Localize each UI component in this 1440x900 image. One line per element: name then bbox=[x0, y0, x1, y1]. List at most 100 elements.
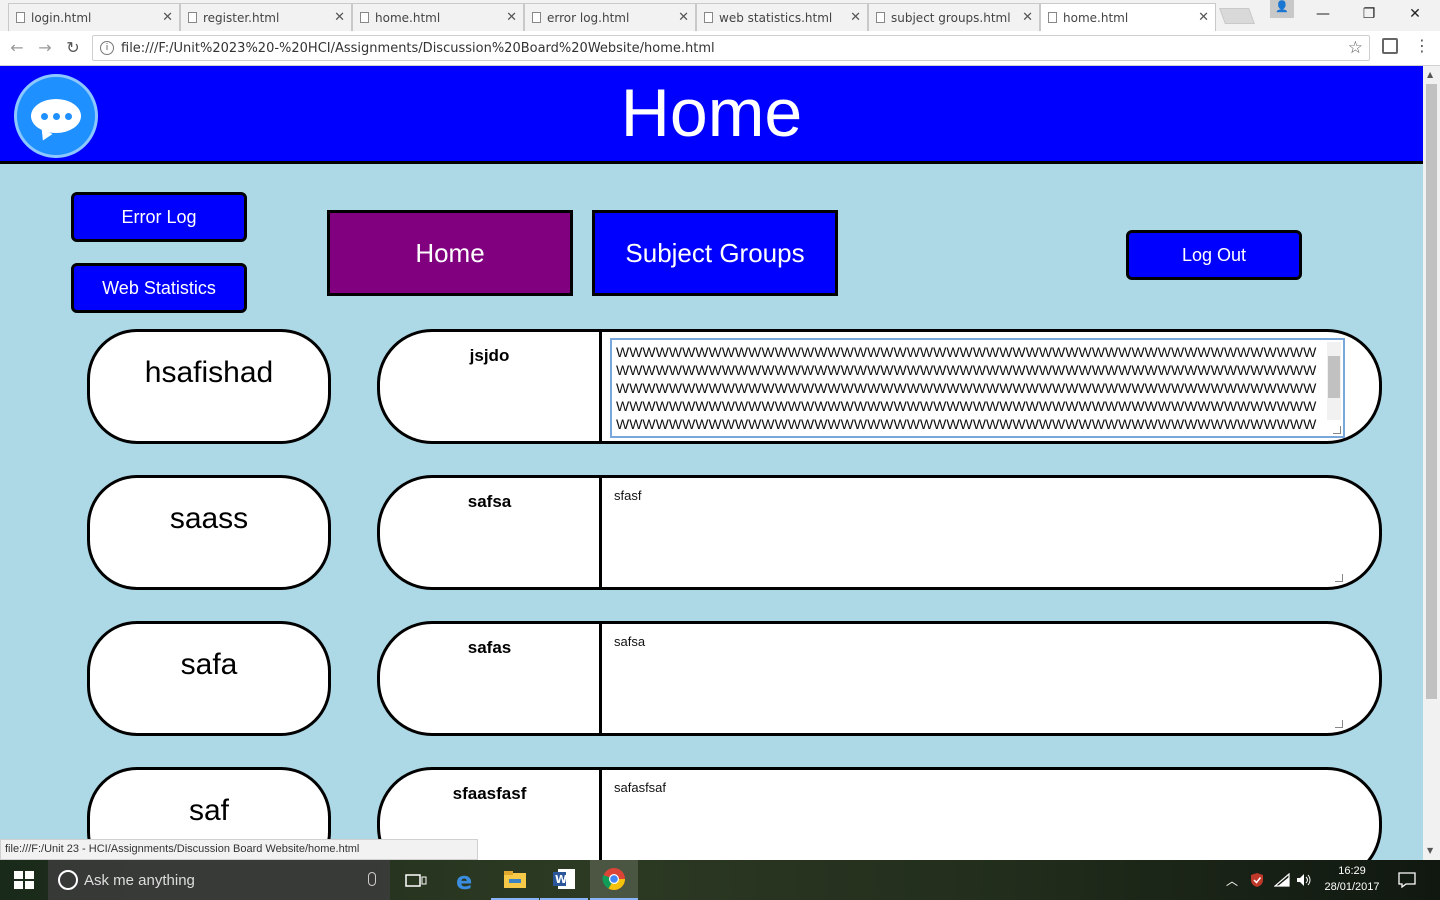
system-clock[interactable]: 16:29 28/01/2017 bbox=[1318, 863, 1386, 895]
post-content-textarea[interactable]: safasfsaf bbox=[610, 776, 1345, 860]
extension-icon[interactable] bbox=[1382, 38, 1398, 54]
clock-time: 16:29 bbox=[1338, 865, 1366, 877]
resize-grip-icon[interactable] bbox=[1333, 426, 1341, 434]
browser-tab[interactable]: error log.html ✕ bbox=[524, 3, 696, 31]
svg-text:W: W bbox=[555, 873, 567, 886]
page-icon bbox=[704, 12, 713, 23]
tab-title: register.html bbox=[203, 10, 280, 25]
file-explorer-icon[interactable] bbox=[491, 860, 539, 900]
page-viewport: Home Error Log Web Statistics Home Subje… bbox=[0, 66, 1423, 860]
web-statistics-button[interactable]: Web Statistics bbox=[71, 263, 247, 313]
back-icon[interactable]: ← bbox=[6, 37, 28, 59]
chevron-up-icon[interactable]: ︿ bbox=[1226, 860, 1238, 900]
bookmark-star-icon[interactable]: ☆ bbox=[1348, 38, 1363, 58]
new-tab-button[interactable] bbox=[1219, 8, 1255, 24]
page-header: Home bbox=[0, 66, 1423, 164]
info-icon[interactable]: i bbox=[100, 41, 114, 55]
resize-grip-icon[interactable] bbox=[1335, 574, 1343, 582]
post-content-textarea[interactable]: safsa bbox=[610, 630, 1345, 730]
status-bar: file:///F:/Unit 23 - HCI/Assignments/Dis… bbox=[0, 839, 478, 860]
menu-icon[interactable]: ⋮ bbox=[1414, 36, 1430, 55]
scrollbar-thumb[interactable] bbox=[1426, 84, 1437, 699]
svg-text:e: e bbox=[456, 868, 472, 892]
close-icon[interactable]: ✕ bbox=[162, 10, 173, 25]
close-icon[interactable]: ✕ bbox=[1022, 10, 1033, 25]
post-content-textarea[interactable]: sfasf bbox=[610, 484, 1345, 584]
tab-title: error log.html bbox=[547, 10, 630, 25]
network-icon[interactable] bbox=[1274, 860, 1290, 900]
cortana-icon bbox=[58, 870, 78, 890]
search-placeholder: Ask me anything bbox=[84, 871, 195, 889]
textarea-scrollbar[interactable] bbox=[1327, 342, 1341, 420]
volume-icon[interactable] bbox=[1296, 860, 1312, 900]
browser-tab-active[interactable]: home.html ✕ bbox=[1040, 3, 1216, 31]
address-bar[interactable]: i file:///F:/Unit%2023%20-%20HCI/Assignm… bbox=[92, 35, 1370, 61]
post-username: safa bbox=[87, 621, 331, 736]
word-icon[interactable]: W bbox=[540, 860, 588, 900]
page-icon bbox=[188, 12, 197, 23]
page-icon bbox=[1048, 12, 1057, 23]
security-shield-icon[interactable] bbox=[1250, 860, 1264, 900]
cortana-search-box[interactable]: Ask me anything bbox=[48, 860, 390, 900]
browser-tab[interactable]: web statistics.html ✕ bbox=[696, 3, 868, 31]
forward-icon[interactable]: → bbox=[34, 37, 56, 59]
resize-grip-icon[interactable] bbox=[1335, 720, 1343, 728]
profile-icon[interactable]: 👤 bbox=[1270, 0, 1294, 18]
post-username: hsafishad bbox=[87, 329, 331, 444]
taskbar: Ask me anything e W ︿ 16:29 28/01/2017 bbox=[0, 860, 1440, 900]
browser-tabstrip: login.html ✕ register.html ✕ home.html ✕… bbox=[0, 0, 1440, 31]
scroll-up-icon[interactable]: ▲ bbox=[1427, 70, 1433, 79]
clock-date: 28/01/2017 bbox=[1324, 881, 1380, 893]
post-card: safsa sfasf bbox=[377, 475, 1382, 590]
tab-title: web statistics.html bbox=[719, 10, 833, 25]
url-text: file:///F:/Unit%2023%20-%20HCI/Assignmen… bbox=[121, 40, 715, 56]
close-icon[interactable]: ✕ bbox=[678, 10, 689, 25]
minimize-icon[interactable]: — bbox=[1300, 0, 1346, 28]
browser-tab[interactable]: register.html ✕ bbox=[180, 3, 352, 31]
reload-icon[interactable]: ↻ bbox=[62, 37, 84, 59]
post-content-textarea[interactable]: WWWWWWWWWWWWWWWWWWWWWWWWWWWWWWWWWWWWWWWW… bbox=[610, 338, 1345, 438]
subject-groups-button[interactable]: Subject Groups bbox=[592, 210, 838, 296]
close-icon[interactable]: ✕ bbox=[506, 10, 517, 25]
page-icon bbox=[876, 12, 885, 23]
page-icon bbox=[16, 12, 25, 23]
page-icon bbox=[360, 12, 369, 23]
home-button[interactable]: Home bbox=[327, 210, 573, 296]
close-icon[interactable]: ✕ bbox=[1198, 10, 1209, 25]
close-icon[interactable]: ✕ bbox=[334, 10, 345, 25]
close-window-icon[interactable]: ✕ bbox=[1392, 0, 1438, 28]
post-content-text: WWWWWWWWWWWWWWWWWWWWWWWWWWWWWWWWWWWWWWWW… bbox=[616, 344, 1317, 436]
tab-title: home.html bbox=[375, 10, 441, 25]
log-out-button[interactable]: Log Out bbox=[1126, 230, 1302, 280]
post-card: jsjdo WWWWWWWWWWWWWWWWWWWWWWWWWWWWWWWWWW… bbox=[377, 329, 1382, 444]
post-title: jsjdo bbox=[380, 332, 602, 441]
notifications-icon[interactable] bbox=[1398, 860, 1416, 900]
microphone-icon[interactable] bbox=[368, 872, 376, 886]
chrome-icon[interactable] bbox=[590, 860, 638, 900]
windows-start-icon[interactable] bbox=[14, 871, 34, 889]
browser-tab[interactable]: home.html ✕ bbox=[352, 3, 524, 31]
scroll-down-icon[interactable]: ▼ bbox=[1427, 846, 1433, 855]
error-log-button[interactable]: Error Log bbox=[71, 192, 247, 242]
tab-title: login.html bbox=[31, 10, 92, 25]
task-view-icon[interactable] bbox=[392, 860, 440, 900]
post-title: safas bbox=[380, 624, 602, 733]
post-content-text: safasfsaf bbox=[614, 780, 667, 795]
page-scrollbar[interactable]: ▲ ▼ bbox=[1423, 66, 1440, 860]
page-icon bbox=[532, 12, 541, 23]
post-content-text: safsa bbox=[614, 634, 646, 649]
restore-icon[interactable]: ❐ bbox=[1346, 0, 1392, 28]
close-icon[interactable]: ✕ bbox=[850, 10, 861, 25]
browser-tab[interactable]: subject groups.html ✕ bbox=[868, 3, 1040, 31]
browser-toolbar: ← → ↻ i file:///F:/Unit%2023%20-%20HCI/A… bbox=[0, 31, 1440, 66]
post-title: safsa bbox=[380, 478, 602, 587]
post-content-text: sfasf bbox=[614, 488, 642, 503]
tab-title: home.html bbox=[1063, 10, 1129, 25]
post-username: saass bbox=[87, 475, 331, 590]
post-card: safas safsa bbox=[377, 621, 1382, 736]
tab-title: subject groups.html bbox=[891, 10, 1011, 25]
browser-tab[interactable]: login.html ✕ bbox=[8, 3, 180, 31]
page-title: Home bbox=[620, 75, 803, 151]
edge-browser-icon[interactable]: e bbox=[442, 860, 490, 900]
post-card: sfaasfasf safasfsaf bbox=[377, 767, 1382, 860]
